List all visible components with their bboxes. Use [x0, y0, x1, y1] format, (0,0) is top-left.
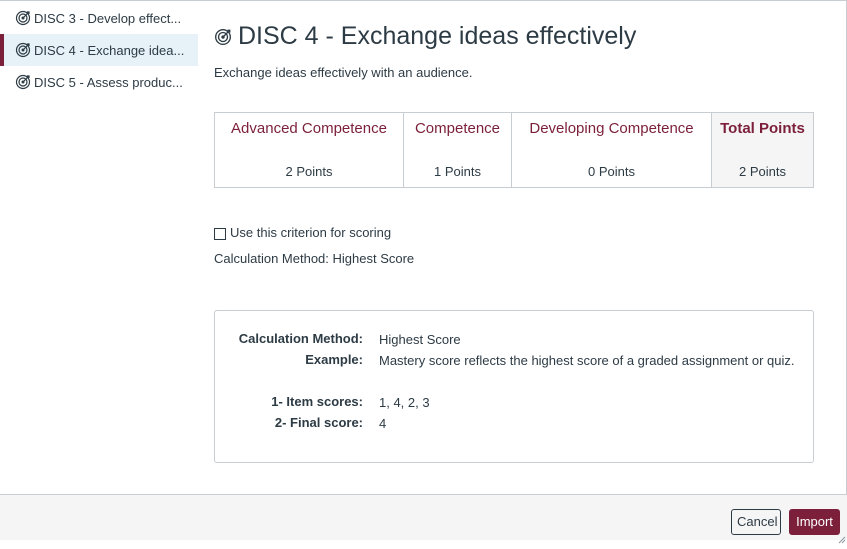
page-title-text: DISC 4 - Exchange ideas effectively: [238, 22, 637, 50]
rubric-header: Advanced Competence: [231, 120, 387, 137]
sidebar-item-disc3[interactable]: DISC 3 - Develop effect...: [0, 2, 198, 34]
info-key: 1- Item scores:: [271, 394, 363, 409]
calculation-method-text: Calculation Method: Highest Score: [214, 251, 415, 266]
rubric-points: 2 Points: [285, 164, 333, 179]
sidebar-item-label: DISC 4 - Exchange idea...: [34, 42, 185, 58]
scoring-criterion-row[interactable]: Use this criterion for scoring: [214, 224, 391, 240]
resize-grip-icon[interactable]: [838, 531, 846, 544]
info-value: Mastery score reflects the highest score…: [379, 353, 795, 368]
rubric-header: Competence: [414, 120, 501, 137]
outcome-target-icon: [15, 42, 31, 58]
rubric-table: Advanced Competence 2 Points Competence …: [214, 112, 814, 188]
outcome-target-icon: [15, 10, 31, 26]
rubric-points: 1 Points: [434, 164, 481, 179]
rubric-column-advanced: Advanced Competence 2 Points: [215, 113, 404, 187]
cancel-button[interactable]: Cancel: [731, 509, 781, 535]
scoring-criterion-checkbox[interactable]: [214, 228, 226, 240]
info-value: 1, 4, 2, 3: [379, 395, 430, 410]
info-value: Highest Score: [379, 332, 461, 347]
rubric-column-developing: Developing Competence 0 Points: [512, 113, 712, 187]
outcome-description: Exchange ideas effectively with an audie…: [214, 65, 473, 80]
info-key: Calculation Method:: [238, 331, 363, 346]
rubric-points: 0 Points: [588, 164, 635, 179]
outcomes-sidebar: DISC 3 - Develop effect... DISC 4 - Exch…: [0, 2, 198, 98]
rubric-header: Total Points: [720, 120, 805, 137]
info-key: 2- Final score:: [274, 415, 363, 430]
info-value: 4: [379, 416, 387, 431]
page-title: DISC 4 - Exchange ideas effectively: [214, 22, 636, 51]
rubric-header: Developing Competence: [529, 120, 694, 137]
rubric-column-competence: Competence 1 Points: [404, 113, 512, 187]
import-button[interactable]: Import: [789, 509, 840, 535]
calculation-info-box: Calculation Method: Highest Score Exampl…: [214, 310, 814, 463]
sidebar-item-label: DISC 5 - Assess produc...: [34, 74, 183, 90]
dialog-footer: Cancel Import: [0, 494, 847, 544]
dialog-top-border: [0, 0, 847, 1]
sidebar-item-disc5[interactable]: DISC 5 - Assess produc...: [0, 66, 198, 98]
rubric-column-total: Total Points 2 Points: [712, 113, 813, 187]
outcome-target-icon: [214, 28, 232, 46]
info-key: Example:: [305, 352, 363, 367]
scoring-criterion-label: Use this criterion for scoring: [230, 224, 392, 240]
sidebar-item-label: DISC 3 - Develop effect...: [34, 10, 182, 26]
outcome-target-icon: [15, 74, 31, 90]
sidebar-item-disc4[interactable]: DISC 4 - Exchange idea...: [0, 34, 198, 66]
rubric-points: 2 Points: [739, 164, 786, 179]
